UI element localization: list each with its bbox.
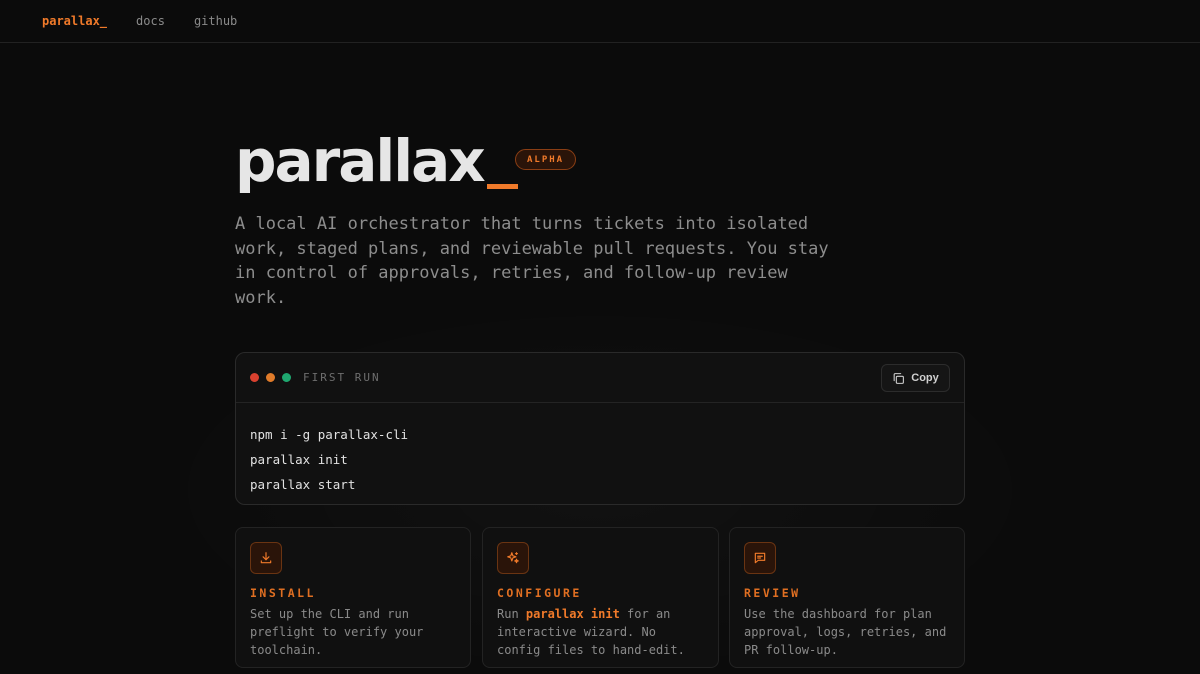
alpha-badge: ALPHA [515, 149, 577, 170]
card-text-line: toolchain. [250, 643, 323, 657]
card-configure: CONFIGURE Run parallax init for an inter… [482, 527, 719, 668]
first-run-terminal: FIRST RUN Copy npm i -g parallax-cli par… [235, 352, 965, 505]
terminal-body: npm i -g parallax-cli parallax init para… [236, 403, 964, 497]
top-nav: parallax_ docs github [0, 0, 1200, 43]
copy-icon [893, 372, 905, 384]
card-text-line: Use the dashboard for plan [744, 607, 932, 621]
card-text-line: interactive wizard. No [497, 625, 656, 639]
terminal-title: FIRST RUN [303, 371, 381, 384]
copy-button[interactable]: Copy [881, 364, 950, 392]
sparkle-icon [497, 542, 529, 574]
card-title: REVIEW [744, 586, 801, 600]
feature-cards: INSTALL Set up the CLI and run preflight… [235, 527, 965, 668]
card-title: INSTALL [250, 586, 316, 600]
inline-code-parallax-init: parallax init [525, 607, 620, 621]
hero-tagline: A local AI orchestrator that turns ticke… [235, 214, 829, 309]
card-title: CONFIGURE [497, 586, 582, 600]
card-description: Use the dashboard for plan approval, log… [744, 605, 950, 659]
nav-link-docs[interactable]: docs [136, 14, 165, 28]
card-text-line: config files to hand-edit. [497, 643, 685, 657]
hero-title: parallax [235, 128, 518, 194]
card-text-fragment: for an [619, 607, 671, 621]
nav-link-github[interactable]: github [194, 14, 237, 28]
card-description: Set up the CLI and run preflight to veri… [250, 605, 456, 659]
download-icon [250, 542, 282, 574]
cursor-underscore [486, 184, 518, 189]
card-text-line: preflight to verify your [250, 625, 424, 639]
card-text-line: approval, logs, retries, and [744, 625, 947, 639]
window-dot-orange [266, 373, 275, 382]
card-install: INSTALL Set up the CLI and run preflight… [235, 527, 471, 668]
terminal-header: FIRST RUN Copy [236, 353, 964, 403]
card-review: REVIEW Use the dashboard for plan approv… [729, 527, 965, 668]
copy-label: Copy [911, 372, 939, 384]
command-line[interactable]: parallax start [250, 472, 950, 497]
command-line[interactable]: npm i -g parallax-cli [250, 422, 950, 447]
card-text-line: PR follow-up. [744, 643, 838, 657]
window-dot-green [282, 373, 291, 382]
command-line[interactable]: parallax init [250, 447, 950, 472]
card-text-fragment: Run [497, 607, 526, 621]
nav-brand[interactable]: parallax_ [42, 14, 107, 28]
card-text-line: Set up the CLI and run [250, 607, 409, 621]
window-dot-red [250, 373, 259, 382]
hero-title-text: parallax [235, 127, 486, 195]
card-description: Run parallax init for an interactive wiz… [497, 605, 704, 659]
message-icon [744, 542, 776, 574]
card-text-line: Run parallax init for an [497, 605, 704, 623]
